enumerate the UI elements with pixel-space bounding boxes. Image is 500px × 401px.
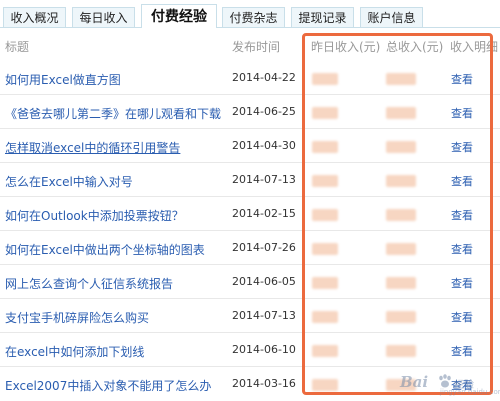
publish-date: 2014-04-22 bbox=[232, 71, 296, 84]
watermark-logo-text: Bai bbox=[400, 373, 429, 391]
publish-date: 2014-07-26 bbox=[232, 241, 296, 254]
tab-paid-magazine[interactable]: 付费杂志 bbox=[222, 7, 285, 27]
tab-divider bbox=[0, 27, 500, 28]
tab-daily-income[interactable]: 每日收入 bbox=[72, 7, 135, 27]
publish-date: 2014-06-05 bbox=[232, 275, 296, 288]
publish-date: 2014-07-13 bbox=[232, 309, 296, 322]
watermark-url: jingyan.baidu.com bbox=[440, 388, 500, 396]
tab-withdrawal-records[interactable]: 提现记录 bbox=[291, 7, 354, 27]
publish-date: 2014-07-13 bbox=[232, 173, 296, 186]
article-title-link[interactable]: 网上怎么查询个人征信系统报告 bbox=[5, 275, 227, 292]
highlight-box bbox=[302, 33, 493, 395]
header-publish-time: 发布时间 bbox=[232, 40, 281, 54]
tab-bar: 收入概况 每日收入 付费经验 付费杂志 提现记录 账户信息 bbox=[0, 0, 500, 30]
article-title-link[interactable]: 如何在Outlook中添加投票按钮？ bbox=[5, 207, 227, 224]
header-title: 标题 bbox=[5, 40, 30, 54]
article-title-link[interactable]: 怎样取消excel中的循环引用警告 bbox=[5, 139, 227, 156]
article-title-link[interactable]: 在excel中如何添加下划线 bbox=[5, 343, 227, 360]
article-title-link[interactable]: 支付宝手机碎屏险怎么购买 bbox=[5, 309, 227, 326]
article-title-link[interactable]: 《爸爸去哪儿第二季》在哪儿观看和下载 bbox=[5, 105, 227, 122]
article-title-link[interactable]: 如何用Excel做直方图 bbox=[5, 71, 227, 88]
publish-date: 2014-04-30 bbox=[232, 139, 296, 152]
tab-income-overview[interactable]: 收入概况 bbox=[3, 7, 66, 27]
baidu-watermark: Bai 经验 jingyan.baidu.com bbox=[382, 372, 500, 396]
tab-paid-experience[interactable]: 付费经验 bbox=[141, 4, 217, 28]
article-title-link[interactable]: Excel2007中插入对象不能用了怎么办 bbox=[5, 377, 227, 394]
tab-account-info[interactable]: 账户信息 bbox=[360, 7, 423, 27]
article-title-link[interactable]: 怎么在Excel中输入对号 bbox=[5, 173, 227, 190]
publish-date: 2014-06-10 bbox=[232, 343, 296, 356]
publish-date: 2014-03-16 bbox=[232, 377, 296, 390]
publish-date: 2014-06-25 bbox=[232, 105, 296, 118]
publish-date: 2014-02-15 bbox=[232, 207, 296, 220]
article-title-link[interactable]: 如何在Excel中做出两个坐标轴的图表 bbox=[5, 241, 227, 258]
